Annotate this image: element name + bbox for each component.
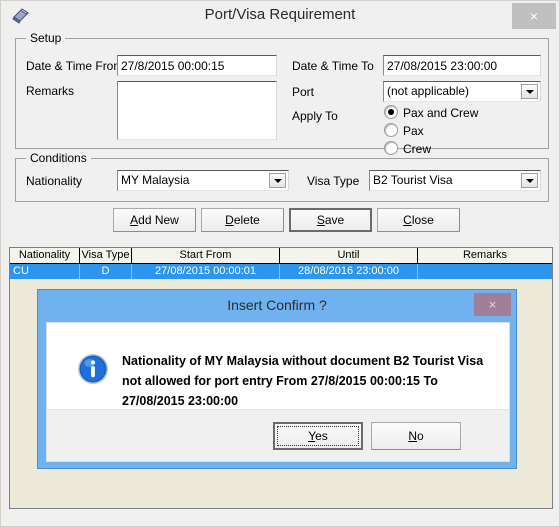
delete-mnemonic: D bbox=[225, 213, 234, 227]
window-title: Port/Visa Requirement bbox=[204, 6, 356, 23]
radio-mark-pax-and-crew[interactable] bbox=[384, 105, 398, 119]
port-visa-requirement-window: Port/Visa Requirement × Setup Date & Tim… bbox=[0, 0, 560, 527]
grid-column-remarks[interactable]: Remarks bbox=[418, 248, 552, 263]
chevron-down-icon[interactable] bbox=[521, 84, 538, 99]
delete-label-rest: elete bbox=[233, 213, 260, 227]
date-time-from-label: Date & Time From bbox=[26, 59, 124, 73]
port-selected-value: (not applicable) bbox=[387, 84, 470, 98]
dialog-message: Nationality of MY Malaysia without docum… bbox=[122, 354, 484, 408]
remarks-input[interactable] bbox=[117, 81, 277, 140]
dialog-body: Nationality of MY Malaysia without docum… bbox=[46, 322, 510, 462]
add-new-mnemonic: A bbox=[130, 213, 139, 227]
save-button[interactable]: Save bbox=[289, 208, 372, 232]
cell-start-from: 27/08/2015 00:00:01 bbox=[132, 264, 280, 279]
nationality-select[interactable]: MY Malaysia bbox=[117, 170, 289, 191]
no-label-rest: o bbox=[416, 429, 424, 443]
close-label-rest: lose bbox=[411, 213, 434, 227]
visa-type-label: Visa Type bbox=[307, 174, 360, 188]
radio-mark-pax[interactable] bbox=[384, 123, 398, 137]
add-new-button[interactable]: Add New bbox=[113, 208, 196, 232]
setup-legend: Setup bbox=[26, 31, 66, 45]
port-label: Port bbox=[292, 85, 315, 99]
radio-mark-crew[interactable] bbox=[384, 141, 398, 155]
chevron-down-icon[interactable] bbox=[269, 173, 286, 188]
yes-button[interactable]: Yes bbox=[273, 422, 363, 450]
radio-label-crew: Crew bbox=[403, 142, 432, 156]
date-time-to-label: Date & Time To bbox=[292, 59, 374, 73]
grid-column-until[interactable]: Until bbox=[280, 248, 418, 263]
no-mnemonic: N bbox=[408, 429, 417, 443]
cell-until: 28/08/2016 23:00:00 bbox=[280, 264, 418, 279]
yes-label-rest: es bbox=[315, 429, 328, 443]
grid-header-row: Nationality Visa Type Start From Until R… bbox=[10, 248, 552, 264]
radio-label-pax: Pax bbox=[403, 124, 424, 138]
chevron-down-icon[interactable] bbox=[521, 173, 538, 188]
dialog-title: Insert Confirm ? bbox=[227, 297, 327, 313]
dialog-button-bar: Yes No bbox=[47, 409, 509, 461]
conditions-legend: Conditions bbox=[26, 151, 91, 165]
radio-pax[interactable]: Pax bbox=[384, 123, 424, 138]
cell-remarks bbox=[418, 264, 552, 279]
add-new-label-rest: dd New bbox=[138, 213, 179, 227]
grid-column-start-from[interactable]: Start From bbox=[132, 248, 280, 263]
cell-visa-type: D bbox=[80, 264, 132, 279]
delete-button[interactable]: Delete bbox=[201, 208, 284, 232]
nationality-label: Nationality bbox=[26, 174, 83, 188]
date-time-to-input[interactable]: 27/08/2015 23:00:00 bbox=[383, 55, 541, 76]
window-close-button[interactable]: × bbox=[512, 3, 556, 29]
table-row[interactable]: CU D 27/08/2015 00:00:01 28/08/2016 23:0… bbox=[10, 264, 552, 279]
apply-to-label: Apply To bbox=[292, 109, 338, 123]
nationality-selected-value: MY Malaysia bbox=[121, 173, 190, 187]
date-time-from-input[interactable]: 27/8/2015 00:00:15 bbox=[117, 55, 277, 76]
remarks-label: Remarks bbox=[26, 84, 75, 98]
grid-column-nationality[interactable]: Nationality bbox=[10, 248, 80, 263]
grid-column-visa-type[interactable]: Visa Type bbox=[80, 248, 132, 263]
insert-confirm-dialog: Insert Confirm ? × Nationality of MY Mal… bbox=[37, 289, 517, 469]
conditions-groupbox: Conditions Nationality MY Malaysia Visa … bbox=[15, 151, 549, 202]
dialog-message-area: Nationality of MY Malaysia without docum… bbox=[47, 323, 509, 411]
visa-type-select[interactable]: B2 Tourist Visa bbox=[369, 170, 541, 191]
visa-type-selected-value: B2 Tourist Visa bbox=[373, 173, 453, 187]
close-mnemonic: C bbox=[403, 213, 412, 227]
save-mnemonic: S bbox=[316, 213, 325, 227]
cell-nationality: CU bbox=[10, 264, 80, 279]
radio-label-pax-and-crew: Pax and Crew bbox=[403, 106, 479, 120]
save-label-rest: ave bbox=[324, 213, 345, 227]
radio-crew[interactable]: Crew bbox=[384, 141, 431, 156]
setup-groupbox: Setup Date & Time From 27/8/2015 00:00:1… bbox=[15, 31, 549, 156]
close-button[interactable]: Close bbox=[377, 208, 460, 232]
no-button[interactable]: No bbox=[371, 422, 461, 450]
radio-pax-and-crew[interactable]: Pax and Crew bbox=[384, 105, 478, 120]
info-icon bbox=[77, 353, 109, 385]
window-titlebar: Port/Visa Requirement × bbox=[1, 1, 559, 31]
port-select[interactable]: (not applicable) bbox=[383, 81, 541, 102]
dialog-close-button[interactable]: × bbox=[474, 293, 511, 316]
